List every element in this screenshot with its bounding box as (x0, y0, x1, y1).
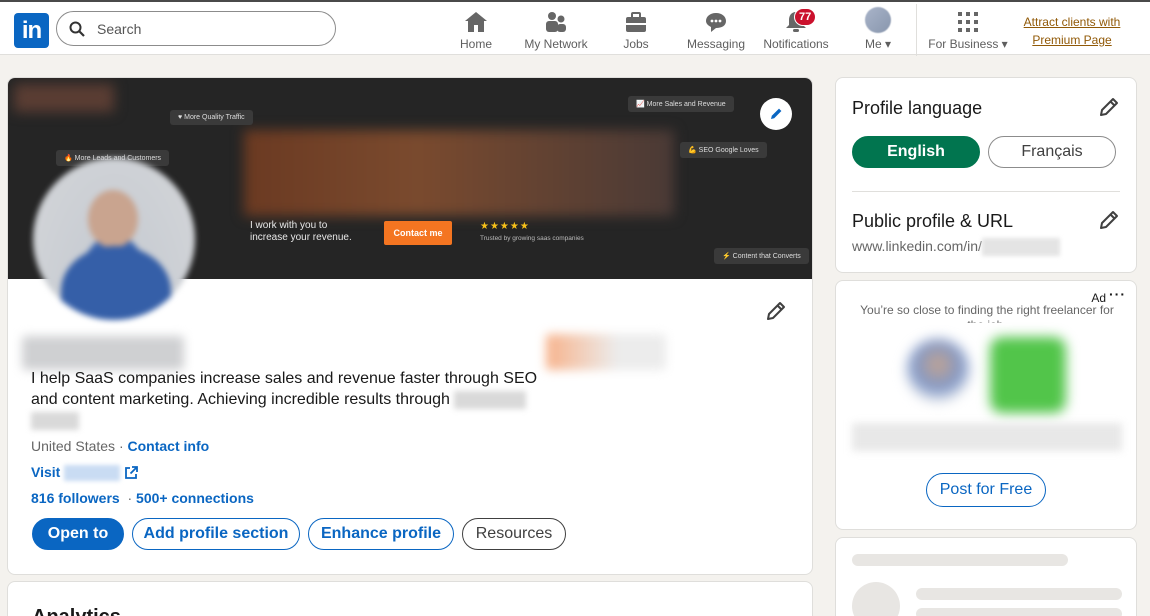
profile-photo[interactable] (33, 158, 195, 320)
messaging-icon (706, 13, 726, 32)
profile-settings-card: Profile language English Français Public… (835, 77, 1137, 273)
enhance-profile-button[interactable]: Enhance profile (308, 518, 454, 550)
banner-chip: ⚡ Content that Converts (714, 248, 809, 264)
lang-english-button[interactable]: English (852, 136, 980, 168)
network-icon (546, 12, 566, 32)
chevron-down-icon: ▾ (1001, 37, 1008, 51)
edit-url-icon[interactable] (1098, 209, 1120, 231)
profile-headline: I help SaaS companies increase sales and… (31, 368, 541, 431)
nav-for-business[interactable]: For Business ▾ (926, 9, 1010, 53)
lang-french-button[interactable]: Français (988, 136, 1116, 168)
nav-my-network-label: My Network (524, 37, 588, 51)
open-to-button[interactable]: Open to (32, 518, 124, 550)
ad-user-avatar (906, 339, 970, 403)
analytics-card: Analytics (7, 581, 813, 616)
premium-line2: Premium Page (1032, 33, 1112, 47)
nav-me-label: Me (864, 37, 882, 51)
grid-icon (958, 12, 978, 32)
skeleton-line (916, 608, 1122, 616)
more-options-icon[interactable]: ··· (1109, 286, 1126, 302)
nav-home-label: Home (459, 37, 492, 51)
company-redacted (546, 334, 666, 370)
pencil-icon (771, 108, 782, 119)
edit-language-icon[interactable] (1098, 96, 1120, 118)
nav-messaging-label: Messaging (686, 37, 746, 51)
ad-card: Ad ··· You’re so close to finding the ri… (835, 280, 1137, 530)
avatar (865, 7, 891, 33)
trusted-text: Trusted by growing saas companies (480, 235, 584, 242)
edit-banner-button[interactable] (760, 98, 792, 130)
premium-link[interactable]: Attract clients with Premium Page (1016, 13, 1128, 49)
public-profile-title: Public profile & URL (852, 211, 1014, 231)
location-line: United States · Contact info (31, 438, 210, 454)
post-for-free-button[interactable]: Post for Free (926, 473, 1046, 507)
location-text: United States (31, 438, 116, 454)
banner-tagline: I work with you to increase your revenue… (250, 220, 352, 243)
banner-chip: 📈 More Sales and Revenue (628, 96, 734, 112)
connections-link[interactable]: 500+ connections (136, 490, 254, 506)
network-stats: 816 followers · 500+ connections (31, 490, 254, 506)
nav-my-network[interactable]: My Network (520, 9, 592, 53)
ad-text: You’re so close to finding the right fre… (860, 303, 1114, 323)
nav-messaging[interactable]: Messaging (684, 9, 748, 53)
chevron-down-icon: ▾ (884, 37, 892, 51)
ad-company-logo (990, 337, 1066, 413)
followers-link[interactable]: 816 followers (31, 490, 120, 506)
banner-chip: 💪 SEO Google Loves (680, 142, 767, 158)
divider (852, 191, 1120, 192)
nav-home[interactable]: Home (452, 9, 500, 53)
premium-line1: Attract clients with (1023, 15, 1121, 29)
banner-contact-button: Contact me (384, 221, 452, 245)
top-nav: in Home My Network Jobs Messaging 77 Not… (0, 0, 1150, 56)
banner-logo-blur (14, 84, 114, 112)
search-bar[interactable] (56, 11, 336, 46)
visit-website-link[interactable]: Visit (31, 464, 138, 482)
resources-button[interactable]: Resources (462, 518, 566, 550)
public-url: www.linkedin.com/in/ (852, 238, 1060, 257)
briefcase-icon (626, 12, 646, 32)
skeleton-line (916, 588, 1122, 600)
nav-for-business-label: For Business (928, 37, 999, 51)
add-profile-section-button[interactable]: Add profile section (132, 518, 300, 550)
star-rating: ★★★★★ (480, 221, 530, 232)
nav-me[interactable]: Me ▾ (852, 7, 904, 53)
ad-headline-blur (852, 423, 1122, 451)
profile-card: ♥ More Quality Traffic 🔥 More Leads and … (7, 77, 813, 575)
nav-jobs[interactable]: Jobs (612, 9, 660, 53)
nav-divider (916, 4, 917, 56)
banner-chip: ♥ More Quality Traffic (170, 110, 253, 125)
loading-card (835, 537, 1137, 616)
nav-notifications[interactable]: 77 Notifications (758, 8, 834, 53)
external-link-icon (125, 466, 138, 480)
home-icon (465, 12, 487, 32)
nav-notifications-label: Notifications (763, 37, 829, 51)
contact-info-link[interactable]: Contact info (128, 438, 210, 454)
analytics-title: Analytics (32, 606, 121, 616)
banner-headline-blur (244, 130, 674, 216)
nav-jobs-label: Jobs (623, 37, 649, 51)
linkedin-logo[interactable]: in (14, 13, 49, 48)
edit-intro-icon[interactable] (765, 300, 787, 322)
skeleton-avatar (852, 582, 900, 616)
skeleton-line (852, 554, 1068, 566)
search-input[interactable] (97, 19, 317, 39)
profile-language-title: Profile language (852, 98, 983, 118)
notification-badge: 77 (794, 8, 817, 26)
profile-name-redacted (22, 336, 184, 370)
search-icon (69, 21, 85, 37)
